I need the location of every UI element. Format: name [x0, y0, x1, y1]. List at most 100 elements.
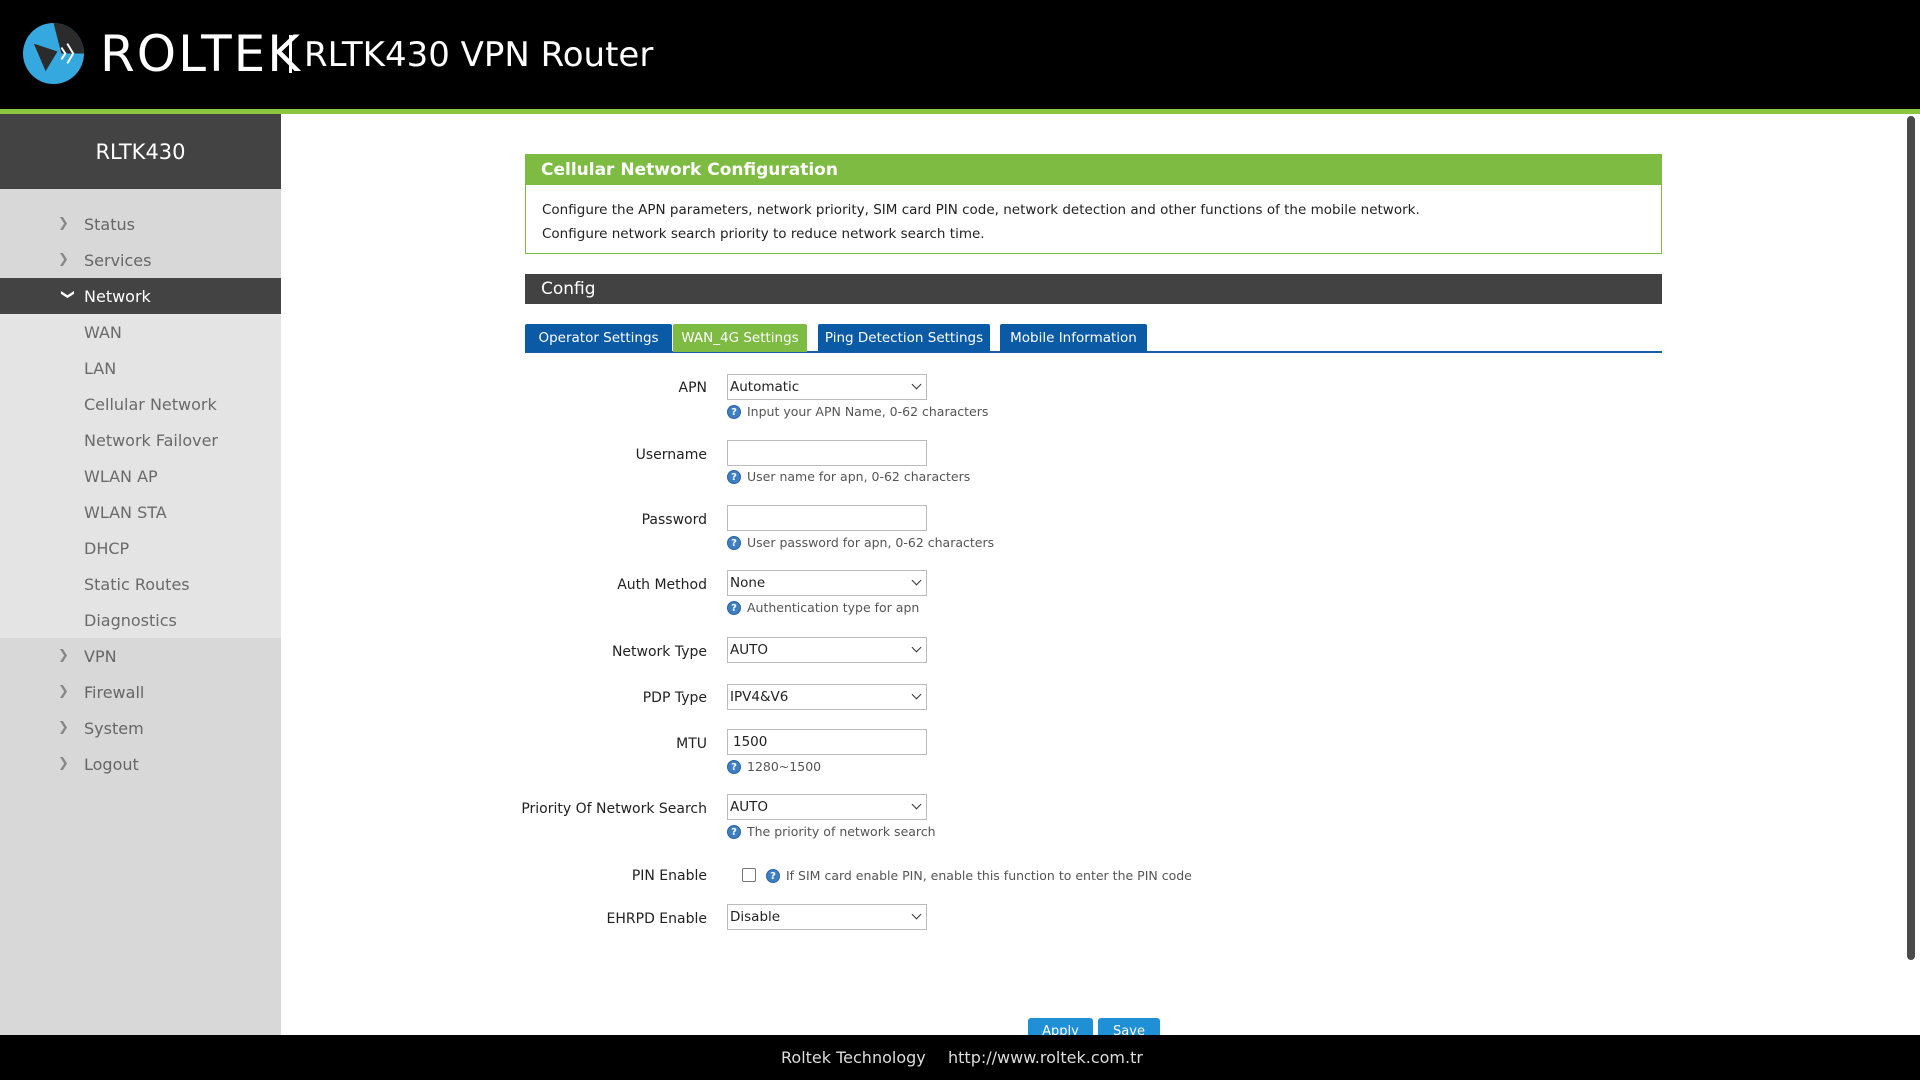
mtu-hint: ? 1280~1500 [727, 759, 821, 774]
page-scrollbar[interactable] [1907, 116, 1915, 960]
network-type-select[interactable]: AUTO [727, 637, 927, 663]
footer-url[interactable]: http://www.roltek.com.tr [948, 1048, 1143, 1067]
sidebar-item-lan[interactable]: LAN [0, 350, 281, 386]
apn-select[interactable]: Automatic [727, 374, 927, 400]
chevron-down-icon [911, 909, 922, 920]
chevron-right-icon: ❯ [58, 252, 69, 267]
chevron-down-icon [911, 379, 922, 390]
apn-label: APN [678, 380, 708, 396]
sidebar-item-cellular-network[interactable]: Cellular Network [0, 386, 281, 422]
pin-enable-label: PIN Enable [631, 868, 707, 884]
pin-enable-checkbox[interactable] [742, 868, 756, 882]
sidebar-item-label: VPN [84, 646, 117, 666]
priority-label: Priority Of Network Search [521, 801, 707, 817]
sidebar-item-static-routes[interactable]: Static Routes [0, 566, 281, 602]
sidebar-item-status[interactable]: ❯ Status [0, 206, 281, 242]
username-input[interactable] [727, 440, 927, 466]
pdp-type-select[interactable]: IPV4&V6 [727, 684, 927, 710]
sidebar-nav: ❯ Status ❯ Services ❯ Network WAN LAN Cellu… [0, 189, 281, 782]
sidebar-item-label: Cellular Network [84, 394, 217, 414]
sidebar-item-label: Services [84, 250, 152, 270]
sidebar-item-label: WAN [84, 322, 122, 342]
priority-hint: ? The priority of network search [727, 824, 936, 839]
chevron-down-icon [911, 689, 922, 700]
help-icon: ? [727, 824, 741, 839]
sidebar-item-logout[interactable]: ❯ Logout [0, 746, 281, 782]
help-icon: ? [727, 759, 741, 774]
auth-method-hint-text: Authentication type for apn [747, 600, 920, 615]
network-type-label: Network Type [611, 644, 707, 660]
sidebar-item-diagnostics[interactable]: Diagnostics [0, 602, 281, 638]
ehrpd-enable-select[interactable]: Disable [727, 904, 927, 930]
sidebar-item-label: Firewall [84, 682, 145, 702]
tab-wan-4g-settings[interactable]: WAN_4G Settings [673, 324, 807, 352]
mtu-label: MTU [676, 736, 707, 752]
settings-tabs: Operator Settings WAN_4G Settings Ping D… [525, 324, 1662, 353]
product-name: RLTK430 VPN Router [304, 35, 654, 75]
sidebar-item-label: LAN [84, 358, 117, 378]
sidebar-item-services[interactable]: ❯ Services [0, 242, 281, 278]
auth-method-value: None [730, 575, 766, 591]
priority-value: AUTO [730, 799, 768, 815]
page-footer: Roltek Technology http://www.roltek.com.… [0, 1035, 1920, 1080]
pin-enable-hint-text: If SIM card enable PIN, enable this func… [786, 868, 1192, 883]
sidebar-item-wan[interactable]: WAN [0, 314, 281, 350]
chevron-right-icon: ❯ [58, 684, 69, 699]
sidebar: RLTK430 ❯ Status ❯ Services ❯ Network WAN L… [0, 114, 281, 1035]
pin-enable-hint: ? If SIM card enable PIN, enable this fun… [766, 868, 1192, 883]
auth-method-select[interactable]: None [727, 570, 927, 596]
sidebar-item-label: Diagnostics [84, 610, 177, 630]
config-section-title: Config [525, 274, 1662, 304]
sidebar-item-network[interactable]: ❯ Network [0, 278, 281, 314]
sidebar-item-wlan-ap[interactable]: WLAN AP [0, 458, 281, 494]
sidebar-item-firewall[interactable]: ❯ Firewall [0, 674, 281, 710]
sidebar-item-network-failover[interactable]: Network Failover [0, 422, 281, 458]
mtu-input[interactable]: 1500 [727, 729, 927, 755]
username-hint: ? User name for apn, 0-62 characters [727, 469, 970, 484]
help-icon: ? [727, 469, 741, 484]
footer-company: Roltek Technology [781, 1048, 926, 1067]
tab-operator-settings[interactable]: Operator Settings [525, 324, 672, 352]
top-header: ROLTEK RLTK430 VPN Router [0, 0, 1920, 109]
info-line-1: Configure the APN parameters, network pr… [542, 202, 1420, 218]
ehrpd-enable-value: Disable [730, 909, 781, 925]
sidebar-item-label: Network [84, 286, 151, 306]
apn-hint-text: Input your APN Name, 0-62 characters [747, 404, 989, 419]
tab-ping-detection-settings[interactable]: Ping Detection Settings [818, 324, 990, 352]
chevron-down-icon: ❯ [60, 289, 75, 300]
sidebar-item-label: DHCP [84, 538, 130, 558]
mtu-hint-text: 1280~1500 [747, 759, 822, 774]
header-accent-line [0, 109, 1920, 114]
brand-name: ROLTEK [100, 25, 302, 83]
chevron-right-icon: ❯ [58, 216, 69, 231]
apn-select-value: Automatic [730, 379, 800, 395]
sidebar-item-dhcp[interactable]: DHCP [0, 530, 281, 566]
auth-method-hint: ? Authentication type for apn [727, 600, 919, 615]
roltek-logo-icon [22, 22, 85, 85]
tab-mobile-information[interactable]: Mobile Information [1000, 324, 1147, 352]
sidebar-item-vpn[interactable]: ❯ VPN [0, 638, 281, 674]
info-panel-body: Configure the APN parameters, network pr… [526, 185, 1661, 259]
chevron-right-icon: ❯ [58, 648, 69, 663]
password-hint: ? User password for apn, 0-62 characters [727, 535, 994, 550]
pdp-type-label: PDP Type [642, 690, 707, 706]
chevron-down-icon [911, 642, 922, 653]
username-hint-text: User name for apn, 0-62 characters [747, 469, 971, 484]
info-panel-title: Cellular Network Configuration [526, 155, 1661, 185]
help-icon: ? [727, 535, 741, 550]
ehrpd-enable-label: EHRPD Enable [606, 911, 707, 927]
priority-select[interactable]: AUTO [727, 794, 927, 820]
sidebar-item-wlan-sta[interactable]: WLAN STA [0, 494, 281, 530]
pdp-type-value: IPV4&V6 [730, 689, 789, 705]
sidebar-item-system[interactable]: ❯ System [0, 710, 281, 746]
chevron-down-icon [911, 799, 922, 810]
network-submenu: WAN LAN Cellular Network Network Failove… [0, 314, 281, 638]
sidebar-item-label: WLAN AP [84, 466, 158, 486]
network-type-value: AUTO [730, 642, 768, 658]
info-panel: Cellular Network Configuration Configure… [525, 154, 1662, 254]
sidebar-item-label: WLAN STA [84, 502, 167, 522]
password-input[interactable] [727, 505, 927, 531]
brand-separator [289, 35, 292, 73]
sidebar-item-label: Status [84, 214, 135, 234]
auth-method-label: Auth Method [617, 577, 707, 593]
